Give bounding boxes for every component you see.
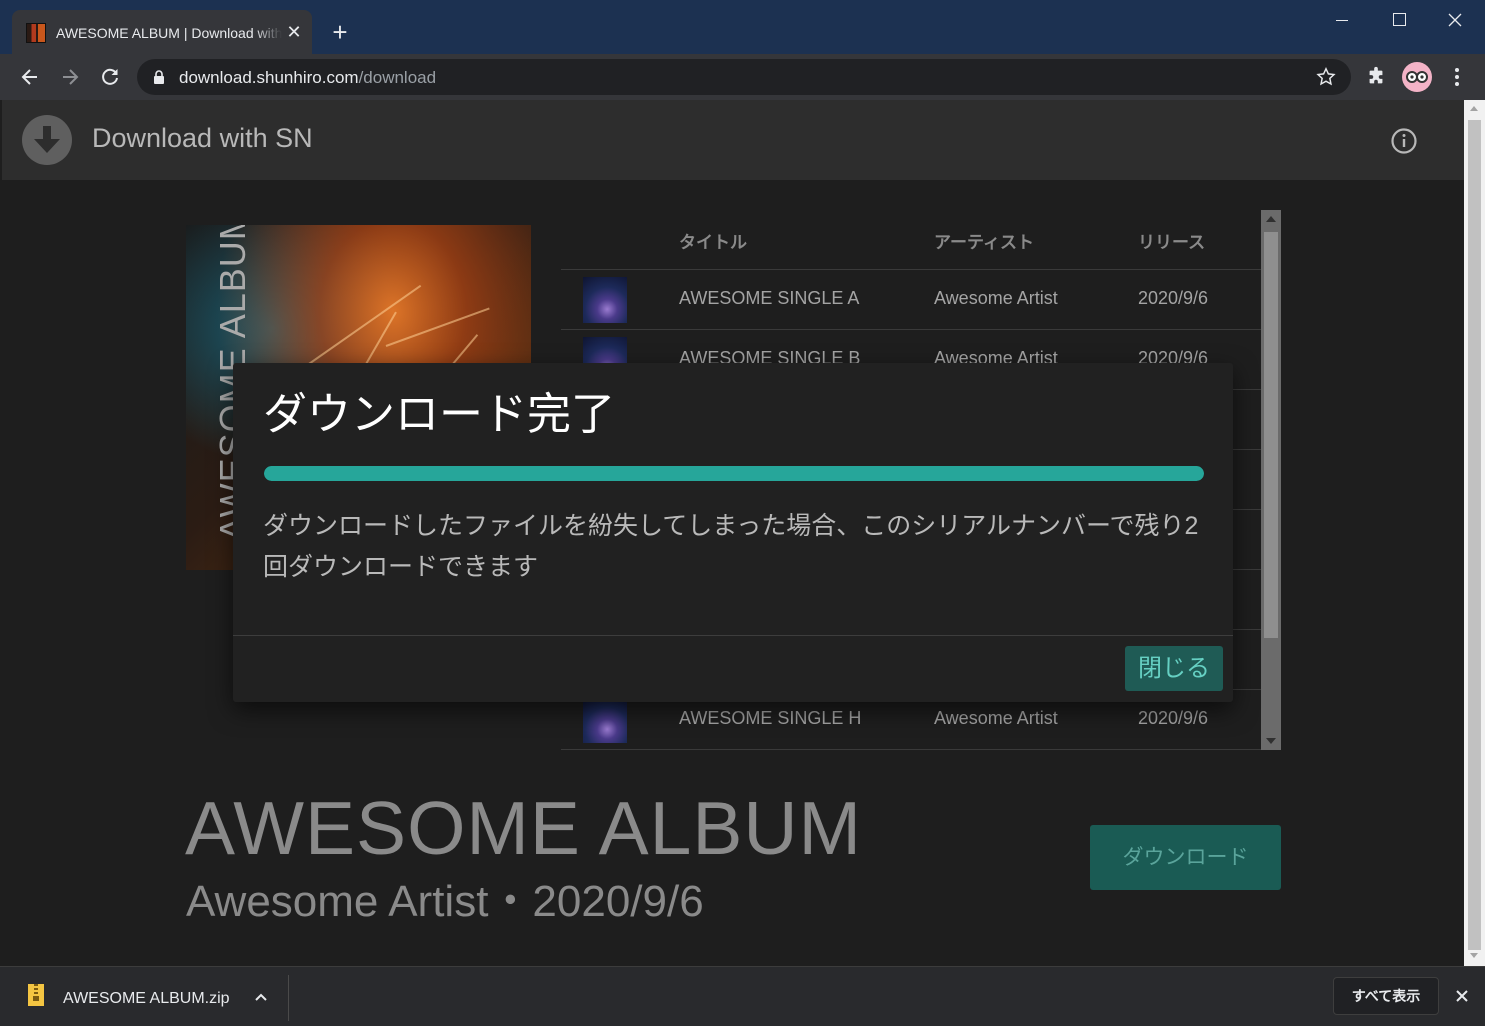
album-artist-date: Awesome Artist・2020/9/6 <box>186 877 704 926</box>
track-thumbnail <box>583 697 627 743</box>
url-text: download.shunhiro.com/download <box>179 68 436 88</box>
bookmark-star-icon[interactable] <box>1315 66 1337 88</box>
url-path: /download <box>358 68 437 87</box>
tab-title: AWESOME ALBUM | Download with SN <box>56 25 282 41</box>
scroll-up-arrow-icon[interactable] <box>1266 216 1276 222</box>
download-complete-dialog: ダウンロード完了 ダウンロードしたファイルを紛失してしまった場合、このシリアルナ… <box>233 363 1233 702</box>
scroll-down-arrow-icon[interactable] <box>1470 953 1478 958</box>
track-release-date: 2020/9/6 <box>1138 708 1209 728</box>
app-title: Download with SN <box>92 123 313 153</box>
page-content: Download with SN AWESOME ALBUM タイトル アーティ… <box>2 100 1464 966</box>
scrollbar-thumb[interactable] <box>1264 232 1278 638</box>
dialog-title: ダウンロード完了 <box>263 390 615 439</box>
download-circle-icon <box>22 115 72 165</box>
url-host: download.shunhiro.com <box>179 68 359 87</box>
scroll-up-arrow-icon[interactable] <box>1470 106 1478 111</box>
shelf-separator <box>288 975 289 1021</box>
show-all-downloads-button[interactable]: すべて表示 <box>1333 977 1439 1015</box>
column-header-release[interactable]: リリース <box>1138 228 1205 253</box>
album-title: AWESOME ALBUM <box>185 786 863 870</box>
kebab-menu-icon[interactable] <box>1446 66 1468 88</box>
reload-icon <box>102 68 118 85</box>
track-release-date: 2020/9/6 <box>1138 288 1209 308</box>
info-icon[interactable] <box>1390 127 1418 155</box>
column-header-artist[interactable]: アーティスト <box>934 228 1034 253</box>
arrow-right-icon <box>63 69 79 85</box>
dialog-message: ダウンロードしたファイルを紛失してしまった場合、このシリアルナンバーで残り2回ダ… <box>263 512 1199 581</box>
page-scrollbar[interactable] <box>1464 100 1485 966</box>
app-header: Download with SN <box>2 100 1464 180</box>
new-tab-button[interactable]: + <box>326 18 354 46</box>
close-icon <box>1448 13 1462 27</box>
browser-tab-strip: AWESOME ALBUM | Download with SN ✕ + <box>0 0 1485 54</box>
window-minimize-button[interactable] <box>1319 6 1365 34</box>
close-dialog-button[interactable]: 閉じる <box>1125 646 1223 691</box>
zip-file-icon <box>28 984 44 1006</box>
address-bar[interactable]: download.shunhiro.com/download <box>137 59 1351 95</box>
download-button[interactable]: ダウンロード <box>1090 825 1281 890</box>
window-maximize-button[interactable] <box>1376 6 1422 34</box>
site-favicon-icon <box>26 23 46 43</box>
track-artist: Awesome Artist <box>934 288 1058 308</box>
lock-icon <box>154 70 164 84</box>
profile-avatar[interactable] <box>1402 62 1432 92</box>
page-scrollbar-thumb[interactable] <box>1468 120 1481 950</box>
track-title: AWESOME SINGLE H <box>679 708 862 728</box>
dialog-divider <box>233 635 1233 636</box>
track-title: AWESOME SINGLE A <box>679 288 860 308</box>
reload-button[interactable] <box>95 62 125 92</box>
close-icon[interactable] <box>1451 985 1473 1007</box>
arrow-left-icon <box>21 69 37 85</box>
scroll-down-arrow-icon[interactable] <box>1266 738 1276 744</box>
track-thumbnail <box>583 277 627 323</box>
track-list-scrollbar[interactable] <box>1261 210 1281 750</box>
track-artist: Awesome Artist <box>934 708 1058 728</box>
browser-toolbar: download.shunhiro.com/download <box>0 54 1485 100</box>
download-shelf: AWESOME ALBUM.zip すべて表示 <box>0 966 1485 1026</box>
track-row[interactable]: AWESOME SINGLE A Awesome Artist 2020/9/6 <box>561 270 1261 330</box>
tab-close-icon[interactable]: ✕ <box>284 22 304 42</box>
download-progress-bar <box>264 466 1204 481</box>
track-table-header: タイトル アーティスト リリース <box>561 210 1261 270</box>
browser-tab[interactable]: AWESOME ALBUM | Download with SN ✕ <box>12 10 312 54</box>
forward-button[interactable] <box>55 62 85 92</box>
download-filename[interactable]: AWESOME ALBUM.zip <box>63 990 230 1008</box>
back-button[interactable] <box>15 62 45 92</box>
chevron-up-icon[interactable] <box>252 988 270 1006</box>
extensions-puzzle-icon[interactable] <box>1365 66 1387 88</box>
progress-fill <box>264 466 1204 481</box>
window-close-button[interactable] <box>1432 6 1478 34</box>
glasses-avatar-icon <box>1406 71 1428 83</box>
column-header-title[interactable]: タイトル <box>679 228 747 253</box>
